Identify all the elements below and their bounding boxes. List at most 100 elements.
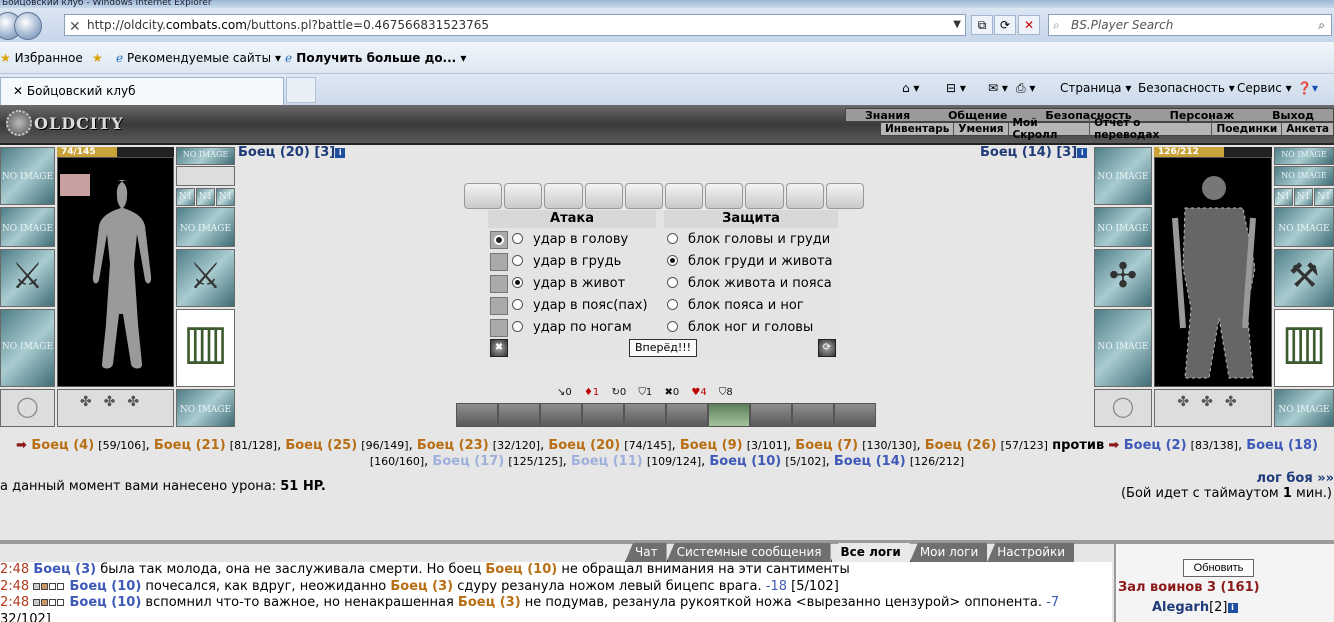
fav-get-more[interactable]: ℯ Получить больше до... ▾: [285, 51, 466, 65]
attack-option[interactable]: удар в грудь: [490, 251, 621, 273]
sword-slot[interactable]: ⚔: [0, 249, 55, 307]
defense-radio[interactable]: [667, 255, 678, 266]
tab-chat[interactable]: Чат: [625, 543, 667, 562]
skill-slot[interactable]: [792, 403, 834, 427]
menu-duels[interactable]: Поединки: [1212, 123, 1283, 135]
go-button[interactable]: Вперёд!!!: [629, 339, 697, 357]
offhand-sword-slot[interactable]: ⚔: [176, 249, 235, 307]
team1-fighter[interactable]: Боец (4): [31, 438, 94, 453]
attack-radio[interactable]: [512, 321, 523, 332]
search-icon[interactable]: ⌕: [1318, 15, 1325, 35]
team2-fighter[interactable]: Боец (11): [571, 454, 643, 469]
scroll-slot[interactable]: [544, 183, 583, 209]
fighter-portrait[interactable]: [1154, 157, 1272, 387]
belt-slot[interactable]: ◯: [0, 389, 55, 427]
helmet-slot[interactable]: NO IMAGE: [1094, 147, 1152, 205]
menu-my-scroll[interactable]: Мой Скролл: [1009, 117, 1091, 141]
tab-all-logs[interactable]: Все логи: [830, 543, 910, 562]
info-icon[interactable]: i: [335, 148, 346, 158]
scroll-slot[interactable]: [745, 183, 784, 209]
scroll-slot[interactable]: [504, 183, 543, 209]
user-entry[interactable]: Alegarh[2] i: [1152, 600, 1238, 615]
earring-slot[interactable]: NO IMAGE: [176, 147, 235, 165]
info-icon[interactable]: i: [1227, 603, 1238, 613]
mace-slot[interactable]: ✣: [1094, 249, 1152, 307]
dropdown-icon[interactable]: ▼: [953, 15, 961, 35]
menu-transfers[interactable]: Отчет о переводах: [1090, 117, 1213, 141]
team2-fighter[interactable]: Боец (14): [834, 454, 906, 469]
tools-menu[interactable]: Сервис ▾: [1237, 81, 1292, 95]
safety-menu[interactable]: Безопасность ▾: [1138, 81, 1235, 95]
armor-slot[interactable]: NO IMAGE: [0, 207, 55, 247]
team2-fighter[interactable]: Боец (10): [709, 454, 781, 469]
chat-fighter[interactable]: Боец (3): [458, 595, 521, 610]
defense-radio[interactable]: [667, 321, 678, 332]
ring1-slot[interactable]: N1: [1274, 188, 1293, 206]
defense-option[interactable]: блок живота и пояса: [667, 273, 832, 295]
search-input[interactable]: ⌕ BS.Player Search ⌕: [1048, 14, 1332, 36]
defense-radio[interactable]: [667, 233, 678, 244]
gloves-slot[interactable]: NO IMAGE: [176, 207, 235, 247]
defense-option[interactable]: блок груди и живота: [667, 251, 833, 273]
feeds-icon[interactable]: ⊟ ▾: [946, 81, 966, 95]
scroll-slot[interactable]: [464, 183, 503, 209]
attack-option[interactable]: удар в пояс(пах): [490, 295, 648, 317]
attack-option[interactable]: удар в голову: [490, 229, 628, 251]
tab-my-logs[interactable]: Мои логи: [909, 543, 988, 562]
chat-fighter[interactable]: Боец (10): [69, 595, 141, 610]
right-fighter-name[interactable]: Боец (14) [3] i: [980, 145, 1088, 160]
url-input[interactable]: ✕ http://oldcity.combats.com/buttons.pl?…: [64, 14, 966, 36]
defense-option[interactable]: блок пояса и ног: [667, 295, 804, 317]
necklace-slot[interactable]: NO IMAGE: [1274, 166, 1334, 186]
attack-radio[interactable]: [512, 299, 523, 310]
chest-slot[interactable]: NO IMAGE: [1094, 309, 1152, 387]
lock-icon[interactable]: [490, 230, 508, 249]
team2-fighter[interactable]: Боец (17): [432, 454, 504, 469]
cancel-icon[interactable]: ✖: [490, 339, 508, 357]
attack-option[interactable]: удар в живот: [490, 273, 625, 295]
lock-icon[interactable]: [490, 318, 508, 337]
helmet-slot[interactable]: NO IMAGE: [0, 147, 55, 205]
skill-slot[interactable]: [498, 403, 540, 427]
defense-option[interactable]: блок головы и груди: [667, 229, 830, 251]
lock-icon[interactable]: [490, 252, 508, 271]
ring2-slot[interactable]: N1: [196, 188, 215, 206]
belt-slot[interactable]: ◯: [1094, 389, 1152, 427]
stop-icon[interactable]: ✕: [1018, 15, 1040, 35]
home-icon[interactable]: ⌂ ▾: [902, 81, 919, 95]
team1-fighter[interactable]: Боец (9): [680, 438, 743, 453]
fighter-portrait[interactable]: [57, 157, 174, 387]
help-icon[interactable]: ❓▾: [1297, 81, 1318, 95]
print-icon[interactable]: ⎙ ▾: [1016, 81, 1035, 96]
magic-slots[interactable]: ✤✤✤: [57, 389, 174, 427]
skill-slot-active[interactable]: [708, 403, 750, 427]
lock-icon[interactable]: [490, 296, 508, 315]
chat-fighter[interactable]: Боец (3): [390, 579, 453, 594]
add-favorite-icon[interactable]: ★: [92, 51, 103, 65]
tab-fight-club[interactable]: ✕ Бойцовский клуб: [0, 77, 284, 105]
scroll-slot[interactable]: [785, 183, 824, 209]
chat-fighter[interactable]: Боец (10): [485, 562, 557, 577]
team1-fighter[interactable]: Боец (21): [154, 438, 226, 453]
left-fighter-name[interactable]: Боец (20) [3] i: [238, 145, 346, 160]
skill-slot[interactable]: [750, 403, 792, 427]
scroll-slot[interactable]: [665, 183, 704, 209]
hammer-slot[interactable]: ⚒: [1274, 249, 1334, 307]
attack-radio[interactable]: [512, 255, 523, 266]
attack-radio[interactable]: [512, 233, 523, 244]
skill-slot[interactable]: [540, 403, 582, 427]
tab-system[interactable]: Системные сообщения: [666, 543, 831, 562]
ring2-slot[interactable]: N1: [1294, 188, 1313, 206]
chat-fighter[interactable]: Боец (3): [33, 562, 96, 577]
skill-slot[interactable]: [456, 403, 498, 427]
menu-communication[interactable]: Общение: [948, 109, 1007, 122]
team2-fighter[interactable]: Боец (18): [1246, 438, 1318, 453]
ring1-slot[interactable]: N1: [176, 188, 195, 206]
defense-option[interactable]: блок ног и головы: [667, 317, 813, 339]
page-menu[interactable]: Страница ▾: [1060, 81, 1131, 95]
menu-exit[interactable]: Выход: [1272, 109, 1314, 122]
tab-settings[interactable]: Настройки: [987, 543, 1075, 562]
defense-radio[interactable]: [667, 277, 678, 288]
ring3-slot[interactable]: N1: [216, 188, 235, 206]
skill-slot[interactable]: [582, 403, 624, 427]
